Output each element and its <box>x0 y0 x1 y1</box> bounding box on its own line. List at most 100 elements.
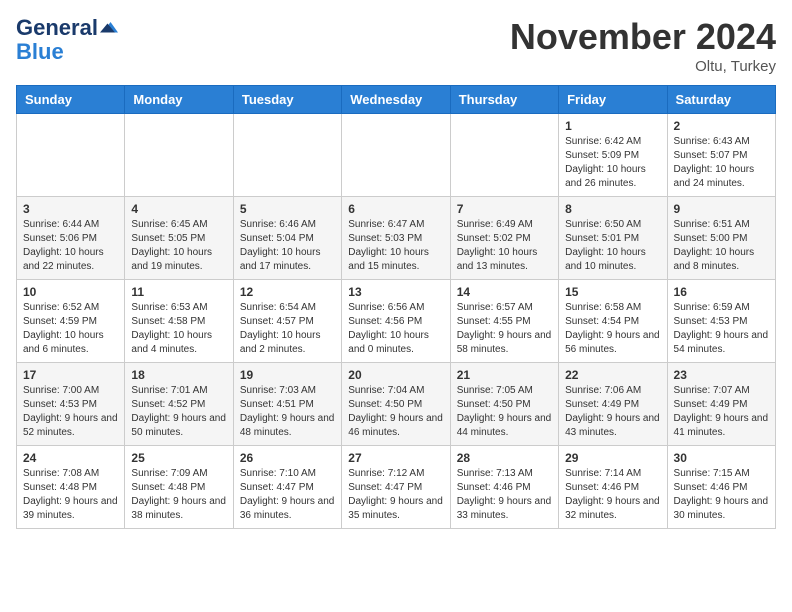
logo-blue-text: Blue <box>16 40 118 64</box>
calendar-cell: 20 Sunrise: 7:04 AM Sunset: 4:50 PM Dayli… <box>342 363 450 446</box>
calendar-cell <box>17 114 125 197</box>
calendar-week-row: 3Sunrise: 6:44 AM Sunset: 5:06 PM Daylig… <box>17 197 776 280</box>
day-number: 2 <box>674 119 769 133</box>
day-number: 25 <box>131 451 226 465</box>
calendar-cell: 6 Sunrise: 6:47 AM Sunset: 5:03 PM Daylig… <box>342 197 450 280</box>
day-info: Sunrise: 6:47 AM Sunset: 5:03 PM Dayligh… <box>348 218 443 274</box>
calendar-week-row: 1 Sunrise: 6:42 AM Sunset: 5:09 PM Daylig… <box>17 114 776 197</box>
day-number: 15 <box>565 285 660 299</box>
calendar-cell: 13 Sunrise: 6:56 AM Sunset: 4:56 PM Dayli… <box>342 280 450 363</box>
day-info: Sunrise: 7:03 AM Sunset: 4:51 PM Dayligh… <box>240 384 335 440</box>
day-number: 27 <box>348 451 443 465</box>
day-number: 11 <box>131 285 226 299</box>
calendar-cell: 23 Sunrise: 7:07 AM Sunset: 4:49 PM Dayli… <box>667 363 775 446</box>
day-info: Sunrise: 7:06 AM Sunset: 4:49 PM Dayligh… <box>565 384 660 440</box>
calendar-cell <box>342 114 450 197</box>
calendar-cell: 11 Sunrise: 6:53 AM Sunset: 4:58 PM Dayli… <box>125 280 233 363</box>
day-info: Sunrise: 7:15 AM Sunset: 4:46 PM Dayligh… <box>674 467 769 523</box>
day-info: Sunrise: 6:54 AM Sunset: 4:57 PM Dayligh… <box>240 301 335 357</box>
day-info: Sunrise: 6:44 AM Sunset: 5:06 PM Dayligh… <box>23 218 118 274</box>
day-info: Sunrise: 6:45 AM Sunset: 5:05 PM Dayligh… <box>131 218 226 274</box>
day-number: 14 <box>457 285 552 299</box>
calendar-header-row: SundayMondayTuesdayWednesdayThursdayFrid… <box>17 86 776 114</box>
day-info: Sunrise: 6:50 AM Sunset: 5:01 PM Dayligh… <box>565 218 660 274</box>
day-number: 24 <box>23 451 118 465</box>
day-info: Sunrise: 7:08 AM Sunset: 4:48 PM Dayligh… <box>23 467 118 523</box>
calendar-cell: 30 Sunrise: 7:15 AM Sunset: 4:46 PM Dayli… <box>667 446 775 529</box>
day-number: 26 <box>240 451 335 465</box>
day-number: 17 <box>23 368 118 382</box>
calendar-cell: 29 Sunrise: 7:14 AM Sunset: 4:46 PM Dayli… <box>559 446 667 529</box>
day-info: Sunrise: 7:14 AM Sunset: 4:46 PM Dayligh… <box>565 467 660 523</box>
location: Oltu, Turkey <box>510 58 776 75</box>
col-header-tuesday: Tuesday <box>233 86 341 114</box>
day-number: 19 <box>240 368 335 382</box>
calendar-cell: 3Sunrise: 6:44 AM Sunset: 5:06 PM Daylig… <box>17 197 125 280</box>
col-header-monday: Monday <box>125 86 233 114</box>
day-info: Sunrise: 7:04 AM Sunset: 4:50 PM Dayligh… <box>348 384 443 440</box>
calendar-cell: 21Sunrise: 7:05 AM Sunset: 4:50 PM Dayli… <box>450 363 558 446</box>
calendar-week-row: 24 Sunrise: 7:08 AM Sunset: 4:48 PM Dayli… <box>17 446 776 529</box>
calendar-cell: 8Sunrise: 6:50 AM Sunset: 5:01 PM Daylig… <box>559 197 667 280</box>
day-info: Sunrise: 7:13 AM Sunset: 4:46 PM Dayligh… <box>457 467 552 523</box>
day-info: Sunrise: 6:43 AM Sunset: 5:07 PM Dayligh… <box>674 135 769 191</box>
calendar-cell: 10 Sunrise: 6:52 AM Sunset: 4:59 PM Dayli… <box>17 280 125 363</box>
day-number: 10 <box>23 285 118 299</box>
day-number: 1 <box>565 119 660 133</box>
day-info: Sunrise: 6:53 AM Sunset: 4:58 PM Dayligh… <box>131 301 226 357</box>
calendar-cell: 2 Sunrise: 6:43 AM Sunset: 5:07 PM Daylig… <box>667 114 775 197</box>
calendar-cell: 15Sunrise: 6:58 AM Sunset: 4:54 PM Dayli… <box>559 280 667 363</box>
day-number: 6 <box>348 202 443 216</box>
day-info: Sunrise: 6:51 AM Sunset: 5:00 PM Dayligh… <box>674 218 769 274</box>
day-info: Sunrise: 7:10 AM Sunset: 4:47 PM Dayligh… <box>240 467 335 523</box>
day-info: Sunrise: 6:56 AM Sunset: 4:56 PM Dayligh… <box>348 301 443 357</box>
day-info: Sunrise: 7:07 AM Sunset: 4:49 PM Dayligh… <box>674 384 769 440</box>
calendar-cell: 7Sunrise: 6:49 AM Sunset: 5:02 PM Daylig… <box>450 197 558 280</box>
calendar-week-row: 17Sunrise: 7:00 AM Sunset: 4:53 PM Dayli… <box>17 363 776 446</box>
day-number: 30 <box>674 451 769 465</box>
calendar-cell: 25 Sunrise: 7:09 AM Sunset: 4:48 PM Dayli… <box>125 446 233 529</box>
day-number: 23 <box>674 368 769 382</box>
calendar-cell: 16 Sunrise: 6:59 AM Sunset: 4:53 PM Dayli… <box>667 280 775 363</box>
day-info: Sunrise: 6:57 AM Sunset: 4:55 PM Dayligh… <box>457 301 552 357</box>
col-header-saturday: Saturday <box>667 86 775 114</box>
calendar-cell: 22 Sunrise: 7:06 AM Sunset: 4:49 PM Dayli… <box>559 363 667 446</box>
title-block: November 2024 Oltu, Turkey <box>510 16 776 75</box>
day-number: 28 <box>457 451 552 465</box>
day-number: 12 <box>240 285 335 299</box>
day-number: 16 <box>674 285 769 299</box>
calendar-cell <box>125 114 233 197</box>
day-info: Sunrise: 7:12 AM Sunset: 4:47 PM Dayligh… <box>348 467 443 523</box>
calendar-cell <box>450 114 558 197</box>
day-number: 22 <box>565 368 660 382</box>
col-header-wednesday: Wednesday <box>342 86 450 114</box>
calendar-cell: 24 Sunrise: 7:08 AM Sunset: 4:48 PM Dayli… <box>17 446 125 529</box>
calendar-cell: 28 Sunrise: 7:13 AM Sunset: 4:46 PM Dayli… <box>450 446 558 529</box>
calendar-table: SundayMondayTuesdayWednesdayThursdayFrid… <box>16 85 776 529</box>
day-number: 20 <box>348 368 443 382</box>
day-info: Sunrise: 7:09 AM Sunset: 4:48 PM Dayligh… <box>131 467 226 523</box>
calendar-cell: 19 Sunrise: 7:03 AM Sunset: 4:51 PM Dayli… <box>233 363 341 446</box>
calendar-cell: 9 Sunrise: 6:51 AM Sunset: 5:00 PM Daylig… <box>667 197 775 280</box>
col-header-thursday: Thursday <box>450 86 558 114</box>
calendar-cell: 26 Sunrise: 7:10 AM Sunset: 4:47 PM Dayli… <box>233 446 341 529</box>
day-number: 9 <box>674 202 769 216</box>
day-info: Sunrise: 7:01 AM Sunset: 4:52 PM Dayligh… <box>131 384 226 440</box>
col-header-friday: Friday <box>559 86 667 114</box>
col-header-sunday: Sunday <box>17 86 125 114</box>
month-title: November 2024 <box>510 16 776 58</box>
day-info: Sunrise: 6:59 AM Sunset: 4:53 PM Dayligh… <box>674 301 769 357</box>
day-info: Sunrise: 6:52 AM Sunset: 4:59 PM Dayligh… <box>23 301 118 357</box>
day-number: 7 <box>457 202 552 216</box>
day-number: 4 <box>131 202 226 216</box>
day-number: 5 <box>240 202 335 216</box>
calendar-cell: 17Sunrise: 7:00 AM Sunset: 4:53 PM Dayli… <box>17 363 125 446</box>
logo-icon <box>100 19 118 37</box>
day-number: 13 <box>348 285 443 299</box>
day-info: Sunrise: 6:42 AM Sunset: 5:09 PM Dayligh… <box>565 135 660 191</box>
day-info: Sunrise: 6:46 AM Sunset: 5:04 PM Dayligh… <box>240 218 335 274</box>
calendar-cell: 4 Sunrise: 6:45 AM Sunset: 5:05 PM Daylig… <box>125 197 233 280</box>
calendar-week-row: 10 Sunrise: 6:52 AM Sunset: 4:59 PM Dayli… <box>17 280 776 363</box>
calendar-cell: 18Sunrise: 7:01 AM Sunset: 4:52 PM Dayli… <box>125 363 233 446</box>
day-number: 29 <box>565 451 660 465</box>
